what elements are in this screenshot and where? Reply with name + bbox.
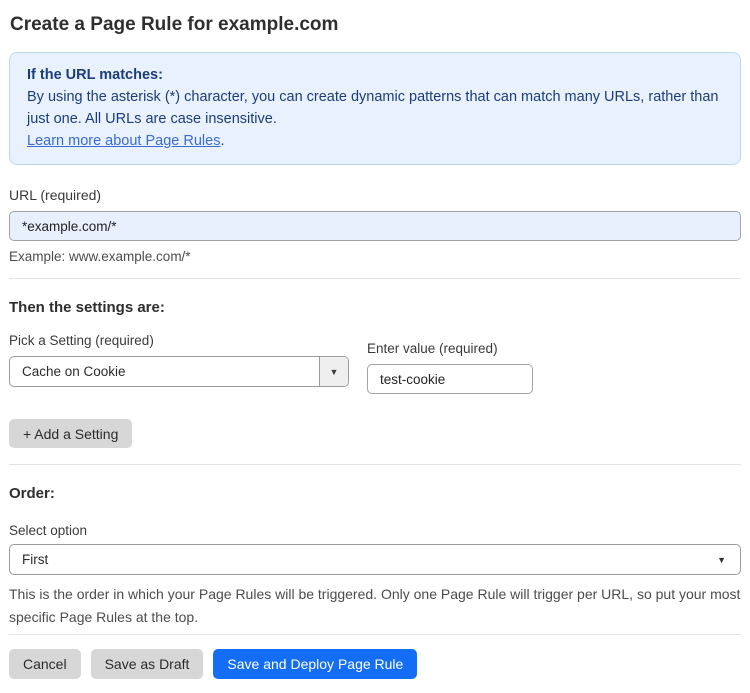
setting-row: Pick a Setting (required) Cache on Cooki… [9, 333, 741, 394]
setting-select[interactable]: Cache on Cookie ▼ [9, 356, 349, 387]
setting-value-input[interactable] [367, 364, 533, 394]
info-box-link-line: Learn more about Page Rules. [27, 130, 723, 152]
form-actions: Cancel Save as Draft Save and Deploy Pag… [9, 649, 741, 679]
save-and-deploy-button[interactable]: Save and Deploy Page Rule [213, 649, 418, 679]
caret-down-icon: ▼ [717, 554, 726, 565]
setting-picker-column: Pick a Setting (required) Cache on Cooki… [9, 333, 349, 394]
setting-select-label: Pick a Setting (required) [9, 333, 154, 348]
info-box-body: By using the asterisk (*) character, you… [27, 89, 719, 127]
settings-section-heading: Then the settings are: [9, 299, 165, 316]
caret-down-icon: ▼ [329, 366, 339, 377]
url-input[interactable] [9, 211, 741, 241]
url-matches-info-box: If the URL matches: By using the asteris… [9, 52, 741, 165]
setting-select-caret-button[interactable]: ▼ [319, 357, 348, 386]
learn-more-link[interactable]: Learn more about Page Rules [27, 133, 220, 149]
divider [9, 634, 741, 635]
url-example-helper: Example: www.example.com/* [9, 249, 191, 264]
info-box-heading: If the URL matches: [27, 67, 163, 83]
cancel-button[interactable]: Cancel [9, 649, 81, 679]
divider [9, 278, 741, 279]
url-field-label: URL (required) [9, 187, 102, 203]
order-select-value: First [22, 552, 49, 567]
page-title: Create a Page Rule for example.com [10, 14, 339, 35]
add-setting-button[interactable]: + Add a Setting [9, 419, 133, 448]
setting-select-value: Cache on Cookie [22, 364, 126, 379]
order-helper-text: This is the order in which your Page Rul… [9, 586, 741, 625]
save-as-draft-button[interactable]: Save as Draft [90, 649, 204, 679]
order-section-heading: Order: [9, 485, 55, 502]
link-period: . [220, 133, 225, 149]
value-field-label: Enter value (required) [367, 341, 498, 356]
divider [9, 464, 741, 465]
create-page-rule-form: Create a Page Rule for example.com If th… [0, 0, 750, 679]
order-select[interactable]: First ▼ [9, 544, 741, 575]
setting-value-column: Enter value (required) [367, 341, 533, 394]
order-select-label: Select option [9, 523, 88, 538]
